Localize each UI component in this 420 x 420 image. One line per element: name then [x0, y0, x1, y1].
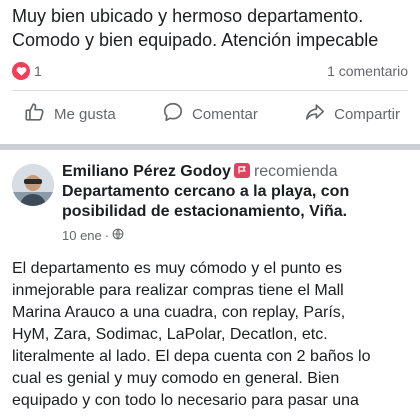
reaction-summary[interactable]: 1 [12, 62, 42, 80]
review-body-line: HyM, Zara, Sodimac, LaPolar, Decatlon, e… [12, 326, 328, 343]
recommends-label: recomienda [253, 163, 338, 180]
comment-label: Comentar [191, 105, 258, 123]
review-body-line: inmejorable para realizar compras tiene … [12, 282, 344, 299]
review-body: El departamento es muy cómodo y el punto… [12, 258, 416, 412]
review-title[interactable]: posibilidad de estacionamiento, Viña. [62, 202, 418, 222]
avatar[interactable] [12, 164, 54, 206]
review-author-line: Emiliano Pérez Godoy recomienda [62, 162, 418, 182]
comment-button[interactable]: Comentar [150, 96, 270, 132]
review-body-line: Marina Arauco a una cuadra, con replay, … [12, 304, 346, 321]
like-label: Me gusta [54, 105, 116, 123]
section-separator [0, 144, 420, 150]
comment-bubble-icon [162, 101, 184, 127]
like-button[interactable]: Me gusta [12, 96, 128, 132]
post-text: Muy bien ubicado y hermoso departamento.… [12, 4, 412, 52]
meta-separator: · [104, 228, 110, 243]
review-body-line: El departamento es muy cómodo y el punto… [12, 260, 342, 277]
post-actions: Me gusta Comentar Compartir [12, 96, 412, 132]
recommend-flag-icon [233, 163, 250, 178]
share-label: Compartir [334, 105, 400, 123]
reaction-count: 1 [34, 63, 42, 79]
thumbs-up-icon [24, 101, 46, 127]
share-button[interactable]: Compartir [292, 96, 412, 132]
comment-count-link[interactable]: 1 comentario [327, 63, 408, 79]
author-name[interactable]: Emiliano Pérez Godoy [62, 163, 231, 180]
review-date[interactable]: 10 ene [62, 228, 102, 243]
post-text-line: Comodo y bien equipado. Atención impecab… [12, 30, 379, 50]
post-text-line: Muy bien ubicado y hermoso departamento. [12, 6, 364, 26]
review-meta: 10 ene · [62, 228, 418, 243]
review-body-line: cual es genial y muy comodo en general. … [12, 370, 340, 387]
review-title[interactable]: Departamento cercano a la playa, con [62, 182, 418, 202]
divider [12, 90, 408, 91]
review-body-line: literalmente al lado. El depa cuenta con… [12, 348, 371, 365]
globe-icon [112, 228, 124, 243]
post-stats: 1 1 comentario [12, 60, 408, 82]
heart-icon [12, 62, 30, 80]
review-body-line: equipado y con todo lo necesario para pa… [12, 392, 359, 409]
share-arrow-icon [304, 101, 326, 127]
